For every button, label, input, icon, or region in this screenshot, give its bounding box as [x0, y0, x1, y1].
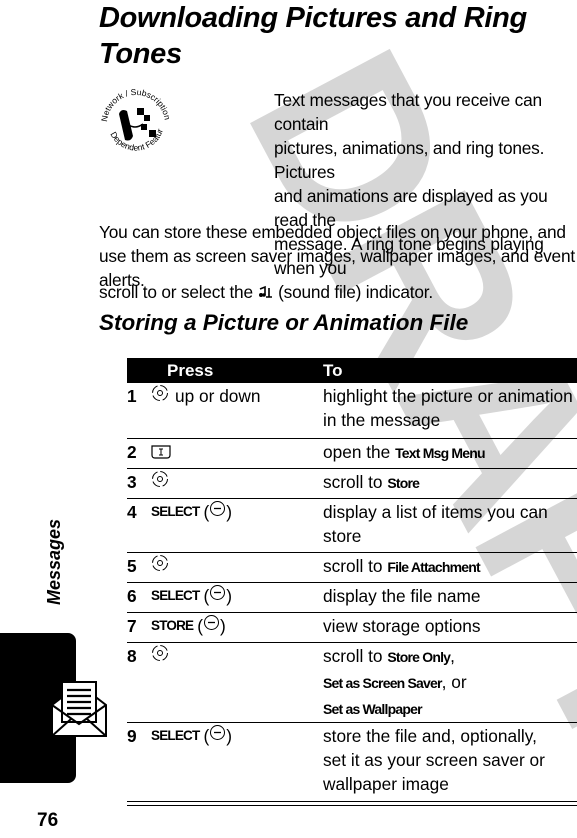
to-line: wallpaper image [323, 774, 449, 794]
menu-option: Set as Screen Saver [323, 675, 442, 691]
to-line: set it as your screen saver or [323, 750, 545, 770]
to-text: display a list of items you can store [323, 502, 548, 546]
page-title: Downloading Pictures and Ring Tones [99, 2, 527, 70]
step-number: 5 [127, 556, 137, 576]
to-cell: store the file and, optionally, set it a… [309, 723, 577, 801]
to-text: highlight the picture or animation in th… [323, 386, 573, 430]
table-row: 2 open the Text Msg Menu [127, 439, 577, 469]
step-number: 1 [127, 386, 137, 406]
nav-key-icon [152, 555, 168, 571]
nav-key-icon [152, 471, 168, 487]
intro-line-1: Text messages that you receive can conta… [274, 90, 542, 134]
header-to: To [323, 360, 343, 380]
to-cell: scroll to Store [309, 469, 577, 498]
menu-key-icon [151, 445, 171, 459]
menu-name: Text Msg Menu [395, 445, 485, 461]
left-soft-key-icon [210, 501, 226, 516]
to-text: scroll to [323, 472, 383, 492]
step-number: 3 [127, 472, 137, 492]
left-soft-key-icon [204, 615, 220, 630]
press-cell [139, 439, 309, 468]
page-number: 76 [37, 810, 59, 831]
softkey-label: SELECT [151, 588, 200, 603]
step-number: 6 [127, 586, 137, 606]
step-number: 9 [127, 726, 137, 746]
table-row: 4 SELECT () display a list of items you … [127, 499, 577, 553]
softkey-label: SELECT [151, 504, 200, 519]
storage-paragraph: You can store these embedded object file… [99, 222, 575, 290]
envelope-message-icon [51, 681, 107, 737]
nav-key-icon [152, 385, 168, 401]
table-row: 1 up or down highlight the picture or an… [127, 383, 577, 439]
step-number: 8 [127, 646, 137, 666]
press-cell: SELECT () [151, 585, 232, 606]
step-number: 2 [127, 442, 137, 462]
table-row: 5 scroll to File Attachment [127, 553, 577, 583]
to-text: scroll to [323, 646, 383, 666]
softkey-label: SELECT [151, 728, 200, 743]
menu-option: Store Only [387, 649, 451, 665]
step-number: 7 [127, 616, 137, 636]
table-row: 6 SELECT () display the file name [127, 583, 577, 613]
to-cell: open the Text Msg Menu [309, 439, 577, 468]
section-label: Messages [44, 518, 64, 605]
left-soft-key-icon [210, 725, 226, 740]
table-row: 3 scroll to Store [127, 469, 577, 499]
to-text: open the [323, 442, 391, 462]
press-cell [139, 469, 309, 498]
press-cell: STORE () [151, 615, 226, 636]
manual-page: Downloading Pictures and Ring Tones Netw… [0, 0, 577, 838]
menu-option: File Attachment [387, 559, 480, 575]
to-text: scroll to [323, 556, 383, 576]
press-cell [139, 643, 309, 722]
step-number: 4 [127, 502, 137, 522]
table-end-rule [127, 805, 577, 806]
press-text: up or down [175, 386, 261, 406]
intro-line-2: pictures, animations, and ring tones. Pi… [274, 138, 545, 182]
to-line: store the file and, optionally, [323, 726, 537, 746]
steps-table: Press To 1 up or down highlight the pict… [127, 358, 577, 806]
table-row: 7 STORE () view storage options [127, 613, 577, 643]
to-cell: scroll to Store Only, Set as Screen Save… [323, 646, 467, 717]
press-cell: SELECT () [151, 501, 232, 522]
nav-key-icon [152, 645, 168, 661]
section-title: Storing a Picture or Animation File [99, 310, 469, 335]
press-cell: SELECT () [151, 725, 232, 746]
table-row: 9 SELECT () store the file and, optional… [127, 723, 577, 802]
table-row: 8 scroll to Store Only, Set as Screen Sa… [127, 643, 577, 723]
press-cell: up or down [139, 383, 309, 438]
table-header: Press To [127, 358, 577, 383]
menu-option: Store [387, 475, 420, 491]
header-press: Press [167, 360, 214, 380]
press-cell [139, 553, 309, 582]
to-text: display the file name [323, 586, 481, 606]
softkey-label: STORE [151, 618, 194, 633]
to-text: view storage options [323, 616, 481, 636]
left-soft-key-icon [210, 585, 226, 600]
menu-option: Set as Wallpaper [323, 701, 423, 717]
to-cell: scroll to File Attachment [309, 553, 577, 582]
to-text: or [451, 672, 467, 692]
